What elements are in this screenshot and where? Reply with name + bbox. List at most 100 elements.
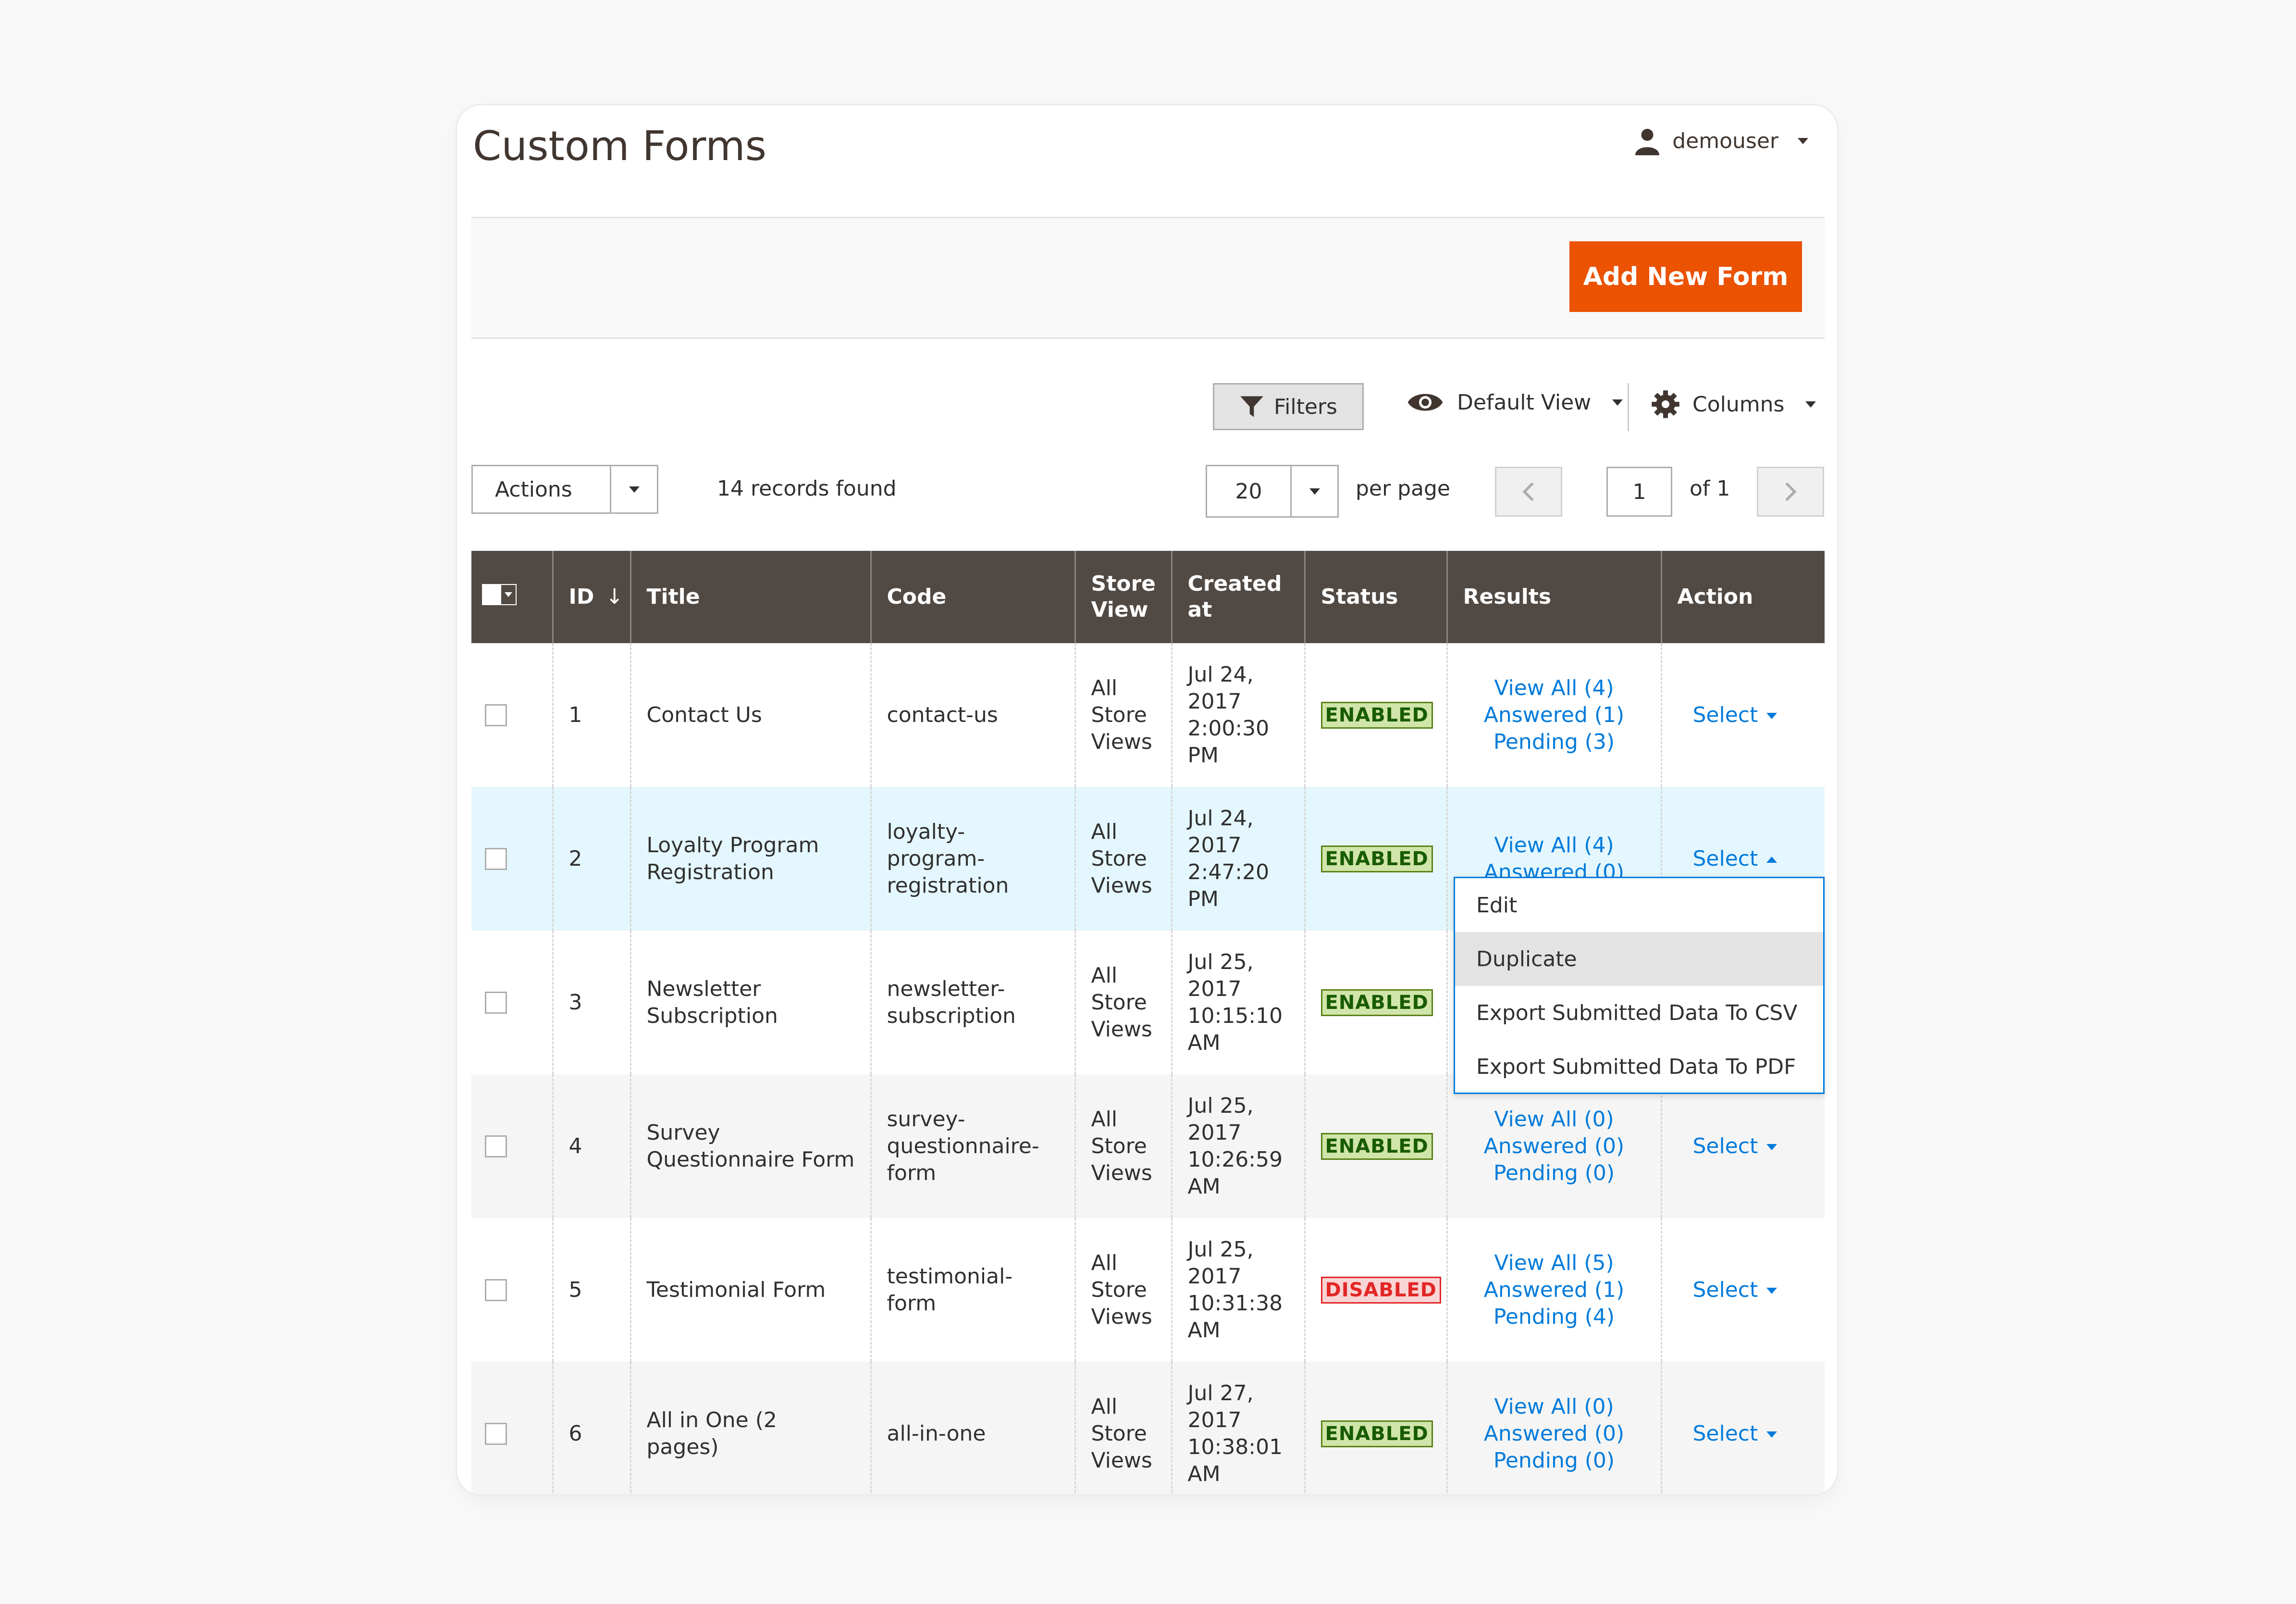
- column-header-select[interactable]: [471, 551, 553, 643]
- row-select-action[interactable]: Select: [1678, 846, 1778, 871]
- mass-actions-select[interactable]: Actions: [471, 465, 658, 514]
- grid-header-row: ID ↓ Title Code Store View Created at Sta…: [471, 551, 1825, 643]
- column-header-id[interactable]: ID ↓: [552, 551, 630, 643]
- results-link[interactable]: Pending (0): [1463, 1160, 1645, 1187]
- results-link[interactable]: Pending (3): [1463, 729, 1645, 756]
- cell-id: 2: [552, 787, 630, 931]
- results-link[interactable]: Answered (1): [1463, 1277, 1645, 1304]
- chevron-down-icon: [1798, 137, 1808, 144]
- mass-select-checkbox[interactable]: [482, 584, 517, 605]
- store-view-line: Store: [1091, 1277, 1147, 1302]
- previous-page-button[interactable]: [1495, 467, 1562, 517]
- cell-status: DISABLED: [1304, 1218, 1447, 1362]
- row-select-label: Select: [1692, 702, 1758, 727]
- results-link[interactable]: Answered (1): [1463, 702, 1645, 729]
- page-number-input[interactable]: 1: [1606, 467, 1672, 517]
- store-view-line: Views: [1091, 1160, 1152, 1185]
- cell-status: ENABLED: [1304, 931, 1447, 1074]
- column-header-results[interactable]: Results: [1446, 551, 1661, 643]
- chevron-down-icon: [501, 584, 516, 604]
- cell-status: ENABLED: [1304, 1362, 1447, 1494]
- cell-results: View All (0) Answered (0) Pending (0): [1446, 1362, 1661, 1494]
- user-icon: [1635, 129, 1660, 155]
- results-link[interactable]: Pending (0): [1463, 1447, 1645, 1474]
- columns-dropdown[interactable]: Columns: [1651, 390, 1816, 419]
- sort-down-icon: ↓: [605, 584, 624, 609]
- cell-code: loyalty-program-registration: [870, 787, 1075, 931]
- row-select-label: Select: [1692, 1421, 1758, 1446]
- column-header-title[interactable]: Title: [630, 551, 871, 643]
- results-link[interactable]: Pending (4): [1463, 1304, 1645, 1330]
- column-header-store-view[interactable]: Store View: [1074, 551, 1172, 643]
- created-at-line: 2017: [1187, 1407, 1242, 1432]
- default-view-dropdown[interactable]: Default View: [1406, 390, 1623, 415]
- menu-item-export-csv[interactable]: Export Submitted Data To CSV: [1455, 986, 1823, 1040]
- table-row[interactable]: 1 Contact Us contact-us All Store Views Ju…: [471, 643, 1825, 787]
- row-checkbox[interactable]: [485, 1422, 507, 1445]
- cell-created-at: Jul 25, 2017 10:26:59 AM: [1171, 1074, 1305, 1218]
- created-at-line: 2:47:20: [1187, 859, 1270, 884]
- results-link[interactable]: View All (5): [1463, 1250, 1645, 1277]
- filters-button[interactable]: Filters: [1213, 383, 1364, 430]
- created-at-line: AM: [1187, 1461, 1221, 1486]
- store-view-line: Views: [1091, 1304, 1152, 1329]
- toolbar-divider: [1628, 383, 1629, 431]
- chevron-down-icon: [629, 486, 640, 493]
- table-row[interactable]: 6 All in One (2 pages) all-in-one All Sto…: [471, 1362, 1825, 1494]
- cell-code: newsletter-subscription: [870, 931, 1075, 1074]
- mass-actions-label: Actions: [495, 477, 572, 502]
- created-at-line: Jul 25,: [1187, 1237, 1254, 1262]
- mass-actions-toggle[interactable]: [610, 466, 657, 512]
- created-at-line: AM: [1187, 1174, 1221, 1199]
- cell-title: Newsletter Subscription: [630, 931, 871, 1074]
- cell-created-at: Jul 24, 2017 2:00:30 PM: [1171, 643, 1305, 787]
- row-checkbox[interactable]: [485, 847, 507, 870]
- created-at-line: 2017: [1187, 976, 1242, 1001]
- created-at-line: 2017: [1187, 833, 1242, 858]
- row-checkbox-cell: [471, 931, 553, 1074]
- created-at-line: 2:00:30: [1187, 716, 1270, 741]
- created-at-line: 2017: [1187, 1264, 1242, 1289]
- results-link[interactable]: Answered (0): [1463, 1420, 1645, 1447]
- row-checkbox[interactable]: [485, 991, 507, 1014]
- results-link[interactable]: View All (0): [1463, 1106, 1645, 1133]
- status-badge: ENABLED: [1321, 702, 1433, 729]
- store-view-line: Views: [1091, 729, 1152, 754]
- store-view-line: Store: [1091, 1421, 1147, 1446]
- menu-item-export-pdf[interactable]: Export Submitted Data To PDF: [1455, 1040, 1823, 1094]
- row-checkbox[interactable]: [485, 1135, 507, 1157]
- per-page-toggle[interactable]: [1290, 466, 1337, 516]
- menu-item-edit[interactable]: Edit: [1455, 878, 1823, 932]
- row-checkbox-cell: [471, 643, 553, 787]
- results-link[interactable]: View All (4): [1463, 675, 1645, 702]
- per-page-label: per page: [1356, 476, 1450, 501]
- chevron-left-icon: [1522, 482, 1534, 501]
- row-select-action[interactable]: Select: [1678, 703, 1778, 727]
- menu-item-duplicate[interactable]: Duplicate: [1455, 932, 1823, 986]
- column-header-status[interactable]: Status: [1304, 551, 1447, 643]
- cell-results: View All (5) Answered (1) Pending (4): [1446, 1218, 1661, 1362]
- table-row[interactable]: 5 Testimonial Form testimonial-form All S…: [471, 1218, 1825, 1362]
- row-select-action[interactable]: Select: [1678, 1278, 1778, 1302]
- cell-id: 4: [552, 1074, 630, 1218]
- row-select-action[interactable]: Select: [1678, 1134, 1778, 1158]
- results-link[interactable]: View All (4): [1463, 832, 1645, 859]
- table-row[interactable]: 4 Survey Questionnaire Form survey-quest…: [471, 1074, 1825, 1218]
- row-select-action[interactable]: Select: [1678, 1421, 1778, 1446]
- cell-code: survey-questionnaire-form: [870, 1074, 1075, 1218]
- row-checkbox[interactable]: [485, 1279, 507, 1301]
- created-at-line: 2017: [1187, 1120, 1242, 1145]
- next-page-button[interactable]: [1757, 467, 1824, 517]
- store-view-line: All: [1091, 963, 1118, 988]
- results-link[interactable]: View All (0): [1463, 1393, 1645, 1420]
- column-header-created-at[interactable]: Created at: [1171, 551, 1305, 643]
- chevron-down-icon: [1309, 488, 1320, 495]
- per-page-select[interactable]: 20: [1206, 465, 1339, 518]
- results-link[interactable]: Answered (0): [1463, 1133, 1645, 1160]
- add-new-form-button[interactable]: Add New Form: [1569, 241, 1802, 312]
- cell-title: All in One (2 pages): [630, 1362, 871, 1494]
- status-badge: DISABLED: [1321, 1277, 1441, 1304]
- row-checkbox[interactable]: [485, 704, 507, 726]
- user-menu[interactable]: demouser: [1633, 126, 1808, 155]
- column-header-code[interactable]: Code: [870, 551, 1075, 643]
